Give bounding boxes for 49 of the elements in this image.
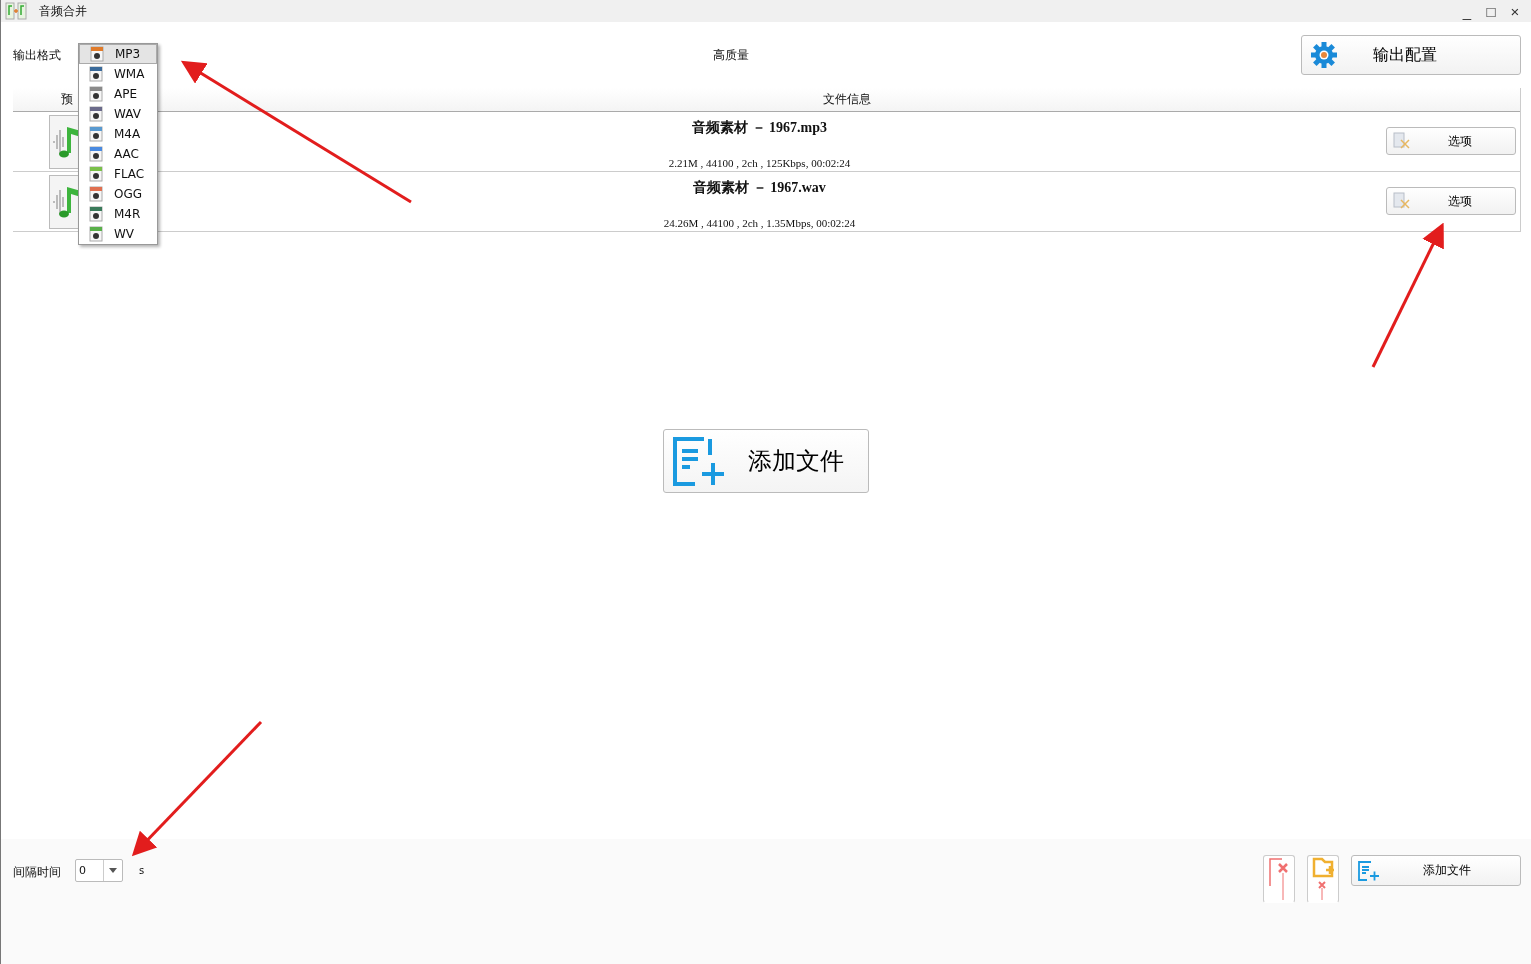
unit-label: s (139, 865, 145, 876)
interval-dropdown[interactable]: 0 (75, 859, 123, 882)
audio-file-icon (88, 146, 104, 162)
format-option[interactable]: WMA (79, 64, 157, 84)
audio-file-icon (88, 206, 104, 222)
app-icon (5, 2, 27, 20)
format-option[interactable]: FLAC (79, 164, 157, 184)
maximize-button[interactable]: □ (1479, 2, 1503, 20)
close-button[interactable]: × (1503, 2, 1527, 20)
interval-label: 间隔时间 (13, 864, 61, 881)
clear-button[interactable] (1263, 855, 1295, 903)
format-option[interactable]: AAC (79, 144, 157, 164)
options-button[interactable]: 选项 (1386, 127, 1516, 155)
audio-file-icon (89, 46, 105, 62)
audio-file-icon (88, 106, 104, 122)
format-option[interactable]: OGG (79, 184, 157, 204)
folder-plus-icon (1311, 856, 1335, 900)
format-option[interactable]: M4A (79, 124, 157, 144)
format-option[interactable]: WV (79, 224, 157, 244)
minimize-button[interactable]: _ (1455, 2, 1479, 20)
options-button[interactable]: 选项 (1386, 187, 1516, 215)
file-name: 音频素材 － 1967.mp3 (692, 118, 827, 137)
file-name: 音频素材 － 1967.wav (693, 178, 826, 197)
format-label: 输出格式 (13, 46, 61, 64)
quality-text: 高质量 (713, 46, 749, 64)
column-header: 文件信息 (822, 91, 871, 108)
add-file-icon (672, 435, 726, 486)
format-option[interactable]: APE (79, 84, 157, 104)
format-option[interactable]: MP3 (79, 44, 157, 64)
audio-file-icon (88, 86, 104, 102)
audio-file-icon (88, 226, 104, 242)
format-option[interactable]: WAV (79, 104, 157, 124)
gear-icon (1310, 41, 1338, 69)
format-option[interactable]: M4R (79, 204, 157, 224)
audio-file-icon (88, 66, 104, 82)
add-file-button[interactable]: 添加文件 (1351, 855, 1521, 886)
audio-file-icon (88, 126, 104, 142)
audio-file-icon (88, 186, 104, 202)
delete-icon (1267, 856, 1291, 900)
file-details: 24.26M , 44100 , 2ch , 1.35Mbps, 00:02:24 (663, 216, 856, 229)
audio-file-icon (88, 166, 104, 182)
caret-icon (109, 868, 117, 873)
window-title: 音频合并 (39, 2, 87, 20)
file-details: 2.21M , 44100 , 2ch , 125Kbps, 00:02:24 (668, 156, 851, 169)
add-file-button[interactable]: 添加文件 (663, 428, 869, 493)
output-config-button[interactable]: 输出配置 (1301, 35, 1521, 75)
add-folder-button[interactable] (1307, 855, 1339, 903)
column-header: 预 (60, 91, 73, 108)
add-file-icon (1358, 860, 1380, 881)
